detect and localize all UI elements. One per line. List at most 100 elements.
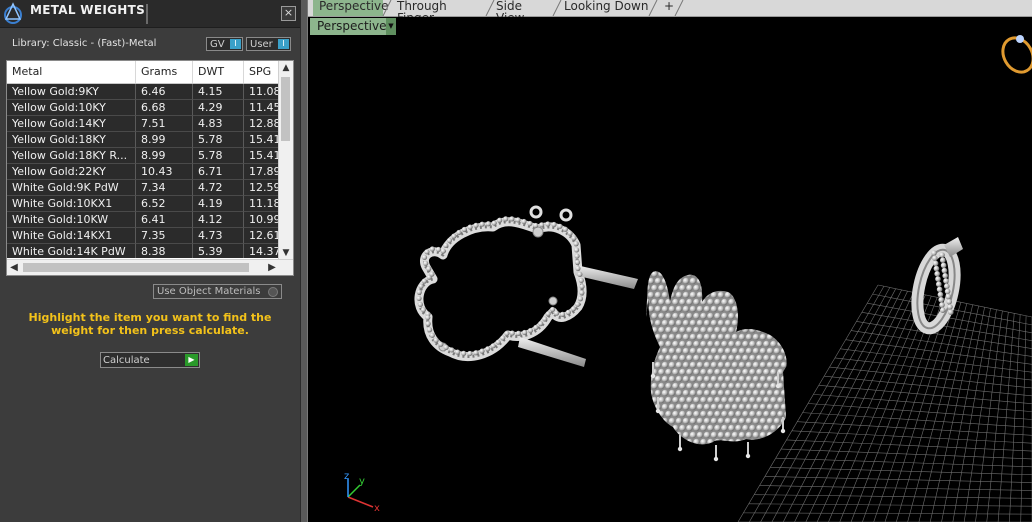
cell-dwt: 4.12 [193,212,244,228]
cell-metal: White Gold:14KX1 [7,228,136,244]
cell-spg: 10.99 [244,212,281,228]
instruction-text: Highlight the item you want to find the … [28,311,272,337]
tab-looking-down[interactable]: Looking Down [558,0,650,16]
horizontal-scroll-thumb[interactable] [23,263,249,272]
cell-grams: 8.99 [136,148,193,164]
ring-bail-model [911,237,963,335]
cell-spg: 11.45 [244,100,281,116]
cell-metal: Yellow Gold:18KY [7,132,136,148]
table-row[interactable]: Yellow Gold:22KY 10.43 6.71 17.89 [7,164,281,180]
cell-metal: Yellow Gold:22KY [7,164,136,180]
table-header: Metal Grams DWT SPG [7,61,284,84]
cell-spg: 11.08 [244,84,281,100]
cell-grams: 6.68 [136,100,193,116]
cell-metal: Yellow Gold:9KY [7,84,136,100]
cell-dwt: 6.71 [193,164,244,180]
column-header-metal[interactable]: Metal [7,61,136,83]
cell-dwt: 4.72 [193,180,244,196]
column-header-grams[interactable]: Grams [136,61,193,83]
cell-grams: 8.38 [136,244,193,258]
tab-separator [648,0,658,16]
cell-grams: 10.43 [136,164,193,180]
horizontal-scrollbar[interactable]: ◀ ▶ [7,259,293,275]
library-label: Library: Classic - (Fast)-Metal [12,38,157,49]
cell-grams: 8.99 [136,132,193,148]
use-object-materials-checkbox[interactable]: Use Object Materials [153,284,282,299]
toggle-knob-icon: I [230,39,241,49]
cell-grams: 7.34 [136,180,193,196]
scroll-right-icon[interactable]: ▶ [265,260,279,275]
cell-dwt: 4.19 [193,196,244,212]
use-object-materials-label: Use Object Materials [157,286,261,297]
calculate-label: Calculate [103,355,150,366]
panel-splitter[interactable] [300,0,308,522]
cell-spg: 12.88 [244,116,281,132]
axis-y-label: y [359,476,365,487]
table-row[interactable]: Yellow Gold:14KY 7.51 4.83 12.88 [7,116,281,132]
cell-spg: 11.18 [244,196,281,212]
cell-dwt: 4.83 [193,116,244,132]
table-row[interactable]: White Gold:10KX1 6.52 4.19 11.18 [7,196,281,212]
cell-metal: White Gold:9K PdW [7,180,136,196]
cell-dwt: 4.73 [193,228,244,244]
tab-perspective[interactable]: Perspective [313,0,389,16]
table-row[interactable]: White Gold:14KX1 7.35 4.73 12.61 [7,228,281,244]
3d-viewport[interactable]: x y z Perspective ▼ [308,17,1032,522]
view-cube-ring-icon[interactable] [997,32,1032,77]
cell-metal: Yellow Gold:10KY [7,100,136,116]
vertical-scrollbar[interactable]: ▲ ▼ [278,61,293,260]
view-mode-label: Perspective [317,19,387,33]
cell-spg: 14.37 [244,244,281,258]
close-button[interactable]: × [281,6,296,21]
tab-separator [674,0,684,16]
table-row[interactable]: Yellow Gold:18KY R... 8.99 5.78 15.41 [7,148,281,164]
cell-grams: 6.46 [136,84,193,100]
user-toggle-label: User [250,39,273,50]
view-mode-dropdown[interactable]: Perspective ▼ [310,18,396,35]
tab-through-finger[interactable]: Through Finger [391,0,486,24]
scroll-up-icon[interactable]: ▲ [279,61,293,75]
cell-metal: White Gold:10KX1 [7,196,136,212]
title-divider [146,4,148,24]
table-row[interactable]: Yellow Gold:18KY 8.99 5.78 15.41 [7,132,281,148]
cell-spg: 15.41 [244,148,281,164]
3d-scene: x y z [344,32,1032,522]
view-tab-bar: Perspective Through Finger Side View Loo… [308,0,1032,24]
axis-z-label: z [344,471,349,482]
metal-table: Metal Grams DWT SPG Yellow Gold:9KY 6.46 4… [6,60,294,276]
cell-dwt: 4.15 [193,84,244,100]
metal-weights-panel: METAL WEIGHTS × Library: Classic - (Fast… [0,0,300,522]
panel-title: METAL WEIGHTS [30,3,146,17]
tab-side-view[interactable]: Side View [490,0,554,24]
axis-x-label: x [374,503,380,514]
checkbox-indicator-icon [268,287,278,297]
hamsa-pave-model [646,271,787,462]
table-row[interactable]: White Gold:9K PdW 7.34 4.72 12.59 [7,180,281,196]
calculate-button[interactable]: Calculate ▶ [100,352,200,368]
vertical-scroll-thumb[interactable] [281,77,290,141]
play-arrow-icon[interactable]: ▶ [185,354,198,366]
dropdown-arrow-icon[interactable]: ▼ [386,18,396,35]
cell-metal: Yellow Gold:14KY [7,116,136,132]
table-row[interactable]: Yellow Gold:9KY 6.46 4.15 11.08 [7,84,281,100]
scroll-left-icon[interactable]: ◀ [7,260,21,275]
gv-toggle[interactable]: GV I [206,37,243,51]
column-header-dwt[interactable]: DWT [193,61,244,83]
hamsa-frame-model [414,205,638,367]
user-toggle[interactable]: User I [246,37,291,51]
table-row[interactable]: White Gold:14K PdW 8.38 5.39 14.37 [7,244,281,258]
cell-dwt: 4.29 [193,100,244,116]
app-logo-icon [4,2,22,24]
cell-spg: 12.61 [244,228,281,244]
toggle-knob-icon: I [278,39,289,49]
axis-triad-icon: x y z [344,471,380,514]
cell-spg: 15.41 [244,132,281,148]
table-row[interactable]: White Gold:10KW 6.41 4.12 10.99 [7,212,281,228]
table-body: Yellow Gold:9KY 6.46 4.15 11.08 Yellow Gold:… [7,84,281,258]
cell-grams: 7.51 [136,116,193,132]
cell-spg: 12.59 [244,180,281,196]
cell-metal: Yellow Gold:18KY R... [7,148,136,164]
cell-metal: White Gold:10KW [7,212,136,228]
table-row[interactable]: Yellow Gold:10KY 6.68 4.29 11.45 [7,100,281,116]
scroll-down-icon[interactable]: ▼ [279,246,293,260]
